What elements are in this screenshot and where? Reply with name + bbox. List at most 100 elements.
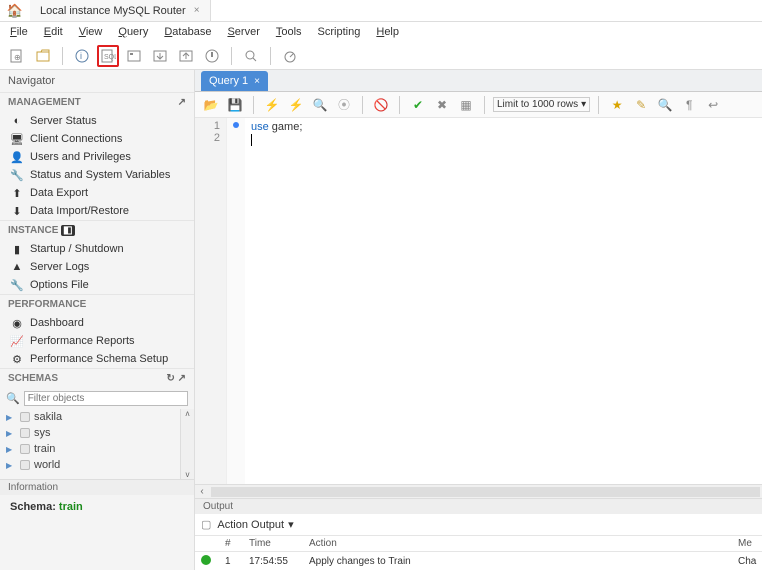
menu-query[interactable]: Query (114, 25, 152, 39)
data-export-icon[interactable] (149, 45, 171, 67)
info-schema-label: Schema: (10, 501, 56, 513)
code-area[interactable]: use game; (245, 118, 762, 484)
beautify-icon[interactable]: ✎ (631, 95, 651, 115)
autocommit-icon[interactable]: ▦ (456, 95, 476, 115)
refresh-icon[interactable]: ↻ (166, 373, 174, 384)
open-file-icon[interactable]: 📂 (201, 95, 221, 115)
col-action: Action (303, 536, 732, 551)
menu-help[interactable]: Help (372, 25, 403, 39)
toggle-invisible-icon[interactable]: ¶ (679, 95, 699, 115)
expand-icon[interactable]: ↗ (178, 373, 186, 384)
nav-performance-reports[interactable]: 📈Performance Reports (0, 332, 194, 350)
dashboard-icon[interactable] (279, 45, 301, 67)
close-icon[interactable]: × (254, 76, 260, 87)
database-icon (20, 412, 30, 422)
connection-tab[interactable]: Local instance MySQL Router × (30, 0, 211, 21)
execute-icon[interactable]: ⚡ (262, 95, 282, 115)
schema-item-sakila[interactable]: ▶sakila (6, 409, 174, 425)
menu-file[interactable]: File (6, 25, 32, 39)
nav-options-file[interactable]: 🔧Options File (0, 276, 194, 294)
menu-edit[interactable]: Edit (40, 25, 67, 39)
menu-scripting[interactable]: Scripting (314, 25, 365, 39)
server-logs-icon: ▲ (10, 261, 24, 273)
output-panel-icon[interactable]: ▢ (201, 518, 211, 531)
reports-icon: 📈 (10, 335, 24, 348)
col-time: Time (243, 536, 303, 551)
menu-database[interactable]: Database (160, 25, 215, 39)
schema-item-train[interactable]: ▶train (6, 441, 174, 457)
nav-startup-shutdown[interactable]: ▮Startup / Shutdown (0, 240, 194, 258)
editor-horizontal-scrollbar[interactable]: ‹ (195, 484, 762, 498)
info-icon[interactable]: i (71, 45, 93, 67)
star-icon[interactable]: ★ (607, 95, 627, 115)
output-type-label: Action Output (217, 519, 284, 531)
nav-server-status[interactable]: ◐Server Status (0, 112, 194, 130)
options-file-icon: 🔧 (10, 279, 24, 292)
open-sql-script-icon[interactable] (32, 45, 54, 67)
find-icon[interactable]: 🔍 (655, 95, 675, 115)
scroll-left-icon[interactable]: ‹ (195, 486, 209, 497)
toolbar-separator (362, 96, 363, 114)
search-icon[interactable] (240, 45, 262, 67)
schema-filter-input[interactable] (24, 391, 188, 406)
query-tab[interactable]: Query 1 × (201, 71, 268, 91)
do-not-icon[interactable]: 🚫 (371, 95, 391, 115)
home-icon[interactable]: 🏠 (0, 3, 30, 19)
startup-icon[interactable] (201, 45, 223, 67)
table-row[interactable]: 1 17:54:55 Apply changes to Train Cha (195, 552, 762, 570)
expand-icon[interactable]: ↗ (178, 97, 186, 108)
save-icon[interactable]: 💾 (225, 95, 245, 115)
sql-editor[interactable]: 1 2 use game; (195, 118, 762, 484)
schema-list: ▶sakila ▶sys ▶train ▶world (0, 409, 180, 479)
svg-text:SQL: SQL (104, 54, 116, 61)
wrap-icon[interactable]: ↩ (703, 95, 723, 115)
stop-icon[interactable]: ⦿ (334, 95, 354, 115)
commit-icon[interactable]: ✔ (408, 95, 428, 115)
database-icon (20, 460, 30, 470)
information-body: Schema: train (0, 495, 194, 519)
navigator-panel: Navigator MANAGEMENT ↗ ◐Server Status 🖥C… (0, 70, 195, 570)
explain-icon[interactable]: 🔍 (310, 95, 330, 115)
status-cell (195, 553, 219, 570)
output-table: # Time Action Me 1 17:54:55 Apply change… (195, 536, 762, 570)
nav-client-connections[interactable]: 🖥Client Connections (0, 130, 194, 148)
performance-list: ◉Dashboard 📈Performance Reports ⚙Perform… (0, 314, 194, 368)
statement-marker-icon (233, 122, 239, 128)
status-vars-icon: 🔧 (10, 169, 24, 182)
nav-performance-schema[interactable]: ⚙Performance Schema Setup (0, 350, 194, 368)
menu-tools[interactable]: Tools (272, 25, 306, 39)
schema-item-world[interactable]: ▶world (6, 457, 174, 473)
chevron-right-icon: ▶ (6, 413, 16, 422)
close-icon[interactable]: × (194, 5, 200, 16)
menu-server[interactable]: Server (223, 25, 263, 39)
nav-server-logs[interactable]: ▲Server Logs (0, 258, 194, 276)
execute-current-icon[interactable]: ⚡ (286, 95, 306, 115)
nav-data-import[interactable]: ⬇Data Import/Restore (0, 202, 194, 220)
query-toolbar: 📂 💾 ⚡ ⚡ 🔍 ⦿ 🚫 ✔ ✖ ▦ Limit to 1000 rows ▾… (195, 92, 762, 118)
limit-rows-select[interactable]: Limit to 1000 rows ▾ (493, 97, 590, 112)
info-schema-value: train (59, 501, 83, 513)
db-status-icon[interactable] (123, 45, 145, 67)
new-sql-tab-icon[interactable]: ⊕ (6, 45, 28, 67)
new-query-tab-icon[interactable]: SQL (97, 45, 119, 67)
code-text: game; (269, 121, 303, 133)
output-type-select[interactable]: Action Output ▾ (217, 518, 293, 531)
chevron-right-icon: ▶ (6, 429, 16, 438)
nav-dashboard[interactable]: ◉Dashboard (0, 314, 194, 332)
client-connections-icon: 🖥 (10, 133, 24, 146)
rollback-icon[interactable]: ✖ (432, 95, 452, 115)
nav-users-privileges[interactable]: 👤Users and Privileges (0, 148, 194, 166)
menu-view[interactable]: View (75, 25, 107, 39)
schema-item-sys[interactable]: ▶sys (6, 425, 174, 441)
toolbar-separator (231, 47, 232, 65)
nav-status-variables[interactable]: 🔧Status and System Variables (0, 166, 194, 184)
instance-badge-icon: ◧ (61, 225, 74, 236)
instance-label: INSTANCE (8, 225, 58, 236)
nav-data-export[interactable]: ⬆Data Export (0, 184, 194, 202)
scroll-down-icon[interactable]: v (181, 470, 194, 479)
text-caret (251, 134, 252, 146)
data-import-icon[interactable] (175, 45, 197, 67)
scroll-up-icon[interactable]: ʌ (181, 409, 194, 418)
gutter-margin (227, 118, 245, 484)
schema-scrollbar[interactable]: ʌ v (180, 409, 194, 479)
